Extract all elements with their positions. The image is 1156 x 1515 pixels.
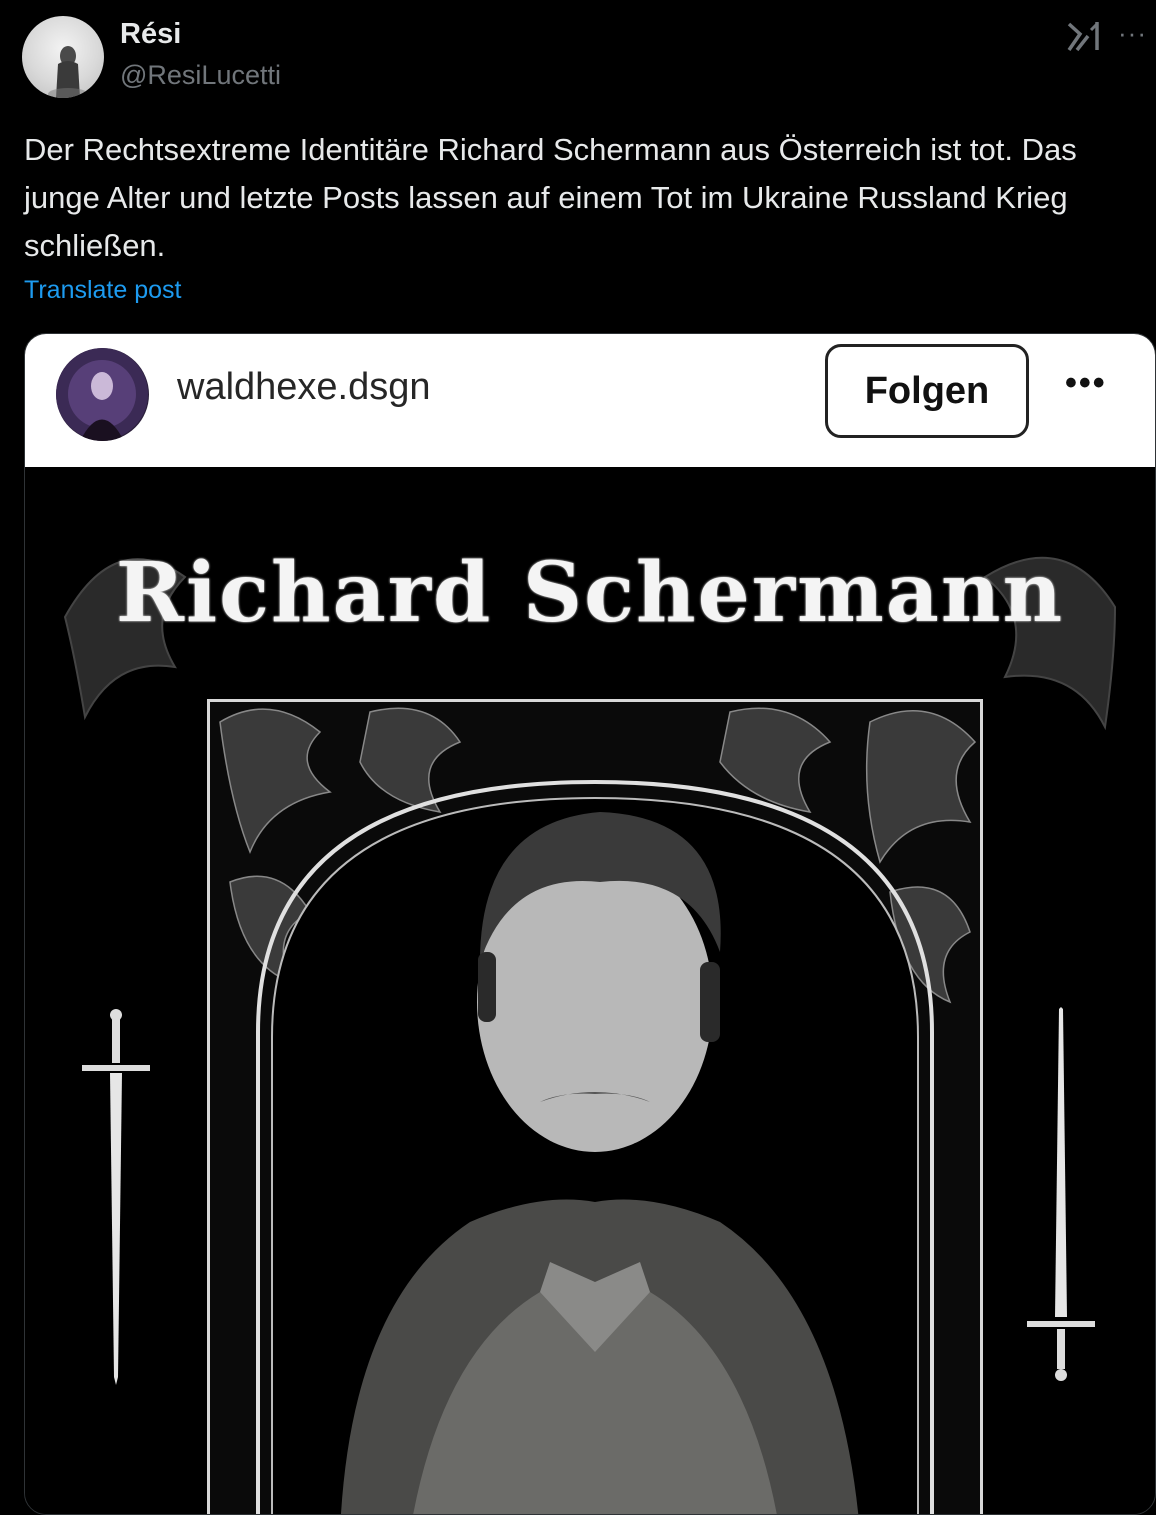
memorial-poster: Richard Schermann — [25, 467, 1155, 1514]
translate-post-link[interactable]: Translate post — [24, 276, 181, 305]
follow-button[interactable]: Folgen — [825, 344, 1029, 438]
sword-left-icon — [82, 1009, 150, 1385]
author-display-name[interactable]: Rési — [120, 18, 181, 51]
poster-title: Richard Schermann — [115, 545, 1065, 641]
sword-right-icon — [1027, 1007, 1095, 1381]
tweet-author-avatar[interactable] — [22, 16, 104, 98]
instagram-username[interactable]: waldhexe.dsgn — [177, 366, 431, 409]
grok-icon[interactable] — [1066, 20, 1102, 52]
portrait-frame — [207, 699, 983, 1514]
tweet-media[interactable]: waldhexe.dsgn Folgen ••• Richard Scherma… — [24, 333, 1156, 1515]
instagram-post-header: waldhexe.dsgn Folgen ••• — [25, 334, 1155, 467]
instagram-more-icon[interactable]: ••• — [1065, 364, 1107, 403]
instagram-avatar[interactable] — [56, 348, 149, 441]
tweet-text: Der Rechtsextreme Identitäre Richard Sch… — [24, 132, 1077, 263]
more-icon[interactable]: ··· — [1118, 18, 1147, 49]
author-handle[interactable]: @ResiLucetti — [120, 60, 281, 91]
